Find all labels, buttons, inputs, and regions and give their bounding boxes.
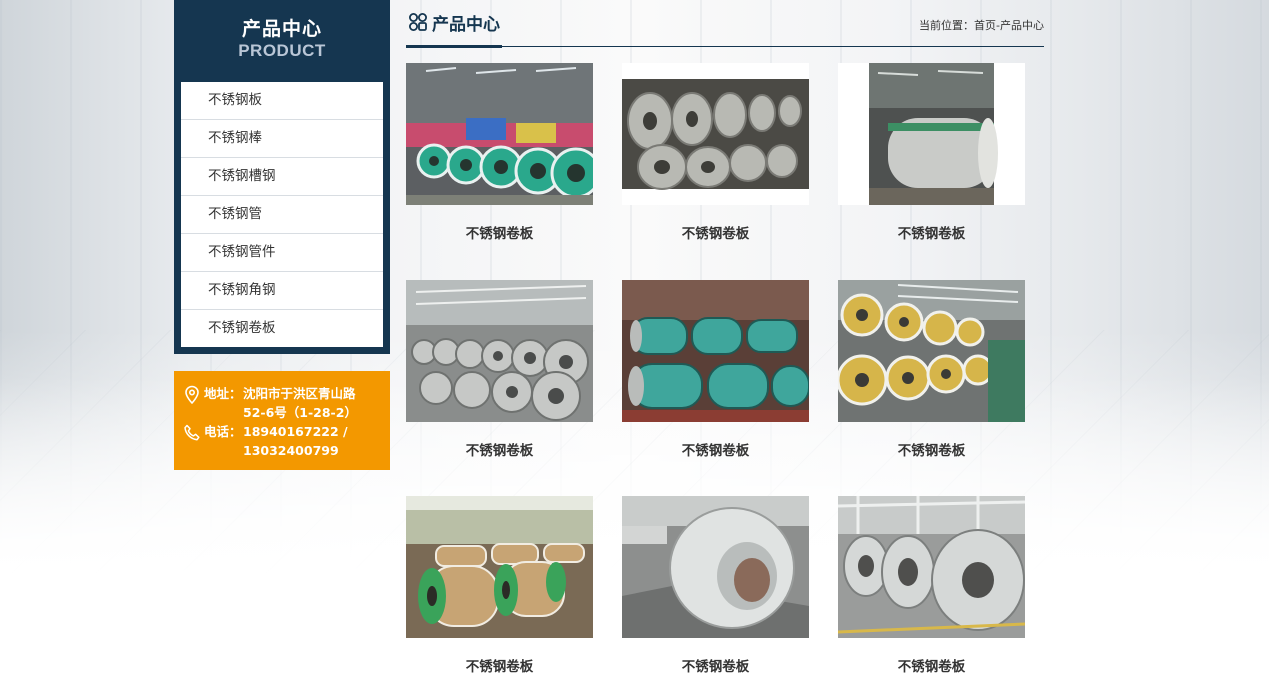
address-row: 地址： 沈阳市于洪区青山路	[174, 384, 390, 405]
sidebar-item-stainless-fittings[interactable]: 不锈钢管件	[181, 234, 383, 272]
product-name[interactable]: 不锈钢卷板	[838, 655, 1025, 675]
product-photo[interactable]	[406, 496, 593, 638]
phone-row-2: 13032400799	[174, 441, 390, 460]
grid-icon	[409, 13, 427, 31]
product-name[interactable]: 不锈钢卷板	[838, 222, 1025, 242]
phone-line-2: 13032400799	[243, 443, 339, 458]
address-label: 地址：	[204, 386, 242, 401]
breadcrumb[interactable]: 当前位置：首页-产品中心	[919, 17, 1044, 33]
sidebar-item-stainless-pipe[interactable]: 不锈钢管	[181, 196, 383, 234]
address-line-1: 沈阳市于洪区青山路	[243, 386, 356, 401]
product-name[interactable]: 不锈钢卷板	[838, 439, 1025, 459]
product-name[interactable]: 不锈钢卷板	[622, 222, 809, 242]
product-name[interactable]: 不锈钢卷板	[406, 222, 593, 242]
phone-row: 电话： 18940167222 /	[174, 422, 390, 441]
sidebar-menu: 不锈钢板 不锈钢棒 不锈钢槽钢 不锈钢管 不锈钢管件 不锈钢角钢 不锈钢卷板	[174, 82, 390, 354]
product-name[interactable]: 不锈钢卷板	[622, 439, 809, 459]
location-pin-icon	[185, 385, 199, 405]
sidebar: 产品中心 PRODUCT 不锈钢板 不锈钢棒 不锈钢槽钢 不锈钢管 不锈钢管件 …	[174, 0, 390, 354]
phone-icon	[184, 424, 200, 441]
phone-label: 电话：	[204, 424, 242, 439]
product-photo[interactable]	[406, 63, 593, 205]
section-header: 产品中心 当前位置：首页-产品中心	[406, 0, 1044, 48]
product-photo[interactable]	[838, 63, 1025, 205]
sidebar-item-stainless-plate[interactable]: 不锈钢板	[181, 82, 383, 120]
section-title-wrap: 产品中心	[406, 7, 502, 48]
sidebar-header: 产品中心 PRODUCT	[174, 0, 390, 82]
sidebar-item-stainless-coil[interactable]: 不锈钢卷板	[181, 310, 383, 347]
page-title: 产品中心	[432, 15, 500, 35]
sidebar-title: 产品中心	[241, 18, 322, 40]
sidebar-item-stainless-bar[interactable]: 不锈钢棒	[181, 120, 383, 158]
product-photo[interactable]	[838, 280, 1025, 422]
sidebar-item-stainless-channel[interactable]: 不锈钢槽钢	[181, 158, 383, 196]
contact-box: 地址： 沈阳市于洪区青山路 52-6号（1-28-2） 电话： 18940167…	[174, 371, 390, 470]
address-line-2: 52-6号（1-28-2）	[243, 405, 357, 420]
product-photo[interactable]	[622, 63, 809, 205]
product-photo[interactable]	[622, 280, 809, 422]
address-row-2: 52-6号（1-28-2）	[174, 403, 390, 422]
phone-line-1: 18940167222 /	[243, 424, 348, 439]
product-name[interactable]: 不锈钢卷板	[406, 439, 593, 459]
product-photo[interactable]	[838, 496, 1025, 638]
product-name[interactable]: 不锈钢卷板	[406, 655, 593, 675]
product-photo[interactable]	[406, 280, 593, 422]
sidebar-subtitle: PRODUCT	[238, 41, 326, 60]
sidebar-item-stainless-angle[interactable]: 不锈钢角钢	[181, 272, 383, 310]
product-photo[interactable]	[622, 496, 809, 638]
main-content: 产品中心 当前位置：首页-产品中心 不锈钢卷板 不锈钢卷板 不锈钢卷板 不锈钢卷…	[406, 0, 1044, 675]
product-name[interactable]: 不锈钢卷板	[622, 655, 809, 675]
